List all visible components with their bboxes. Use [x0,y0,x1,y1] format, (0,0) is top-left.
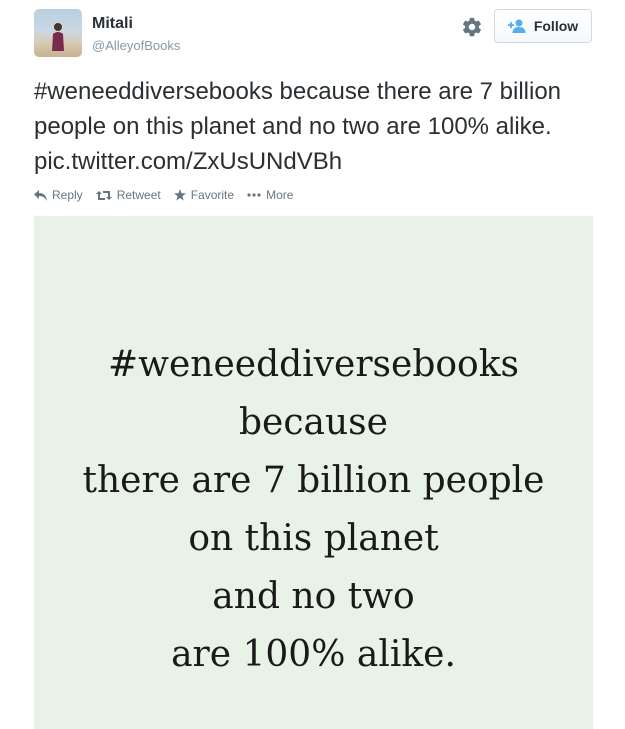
user-handle[interactable]: @AlleyofBooks [92,38,180,53]
reply-action[interactable]: Reply [34,188,83,202]
user-name[interactable]: Mitali [92,15,133,33]
avatar[interactable] [34,9,82,57]
media-line-6: are 100% alike. [171,634,456,675]
retweet-action[interactable]: Retweet [95,188,161,202]
reply-label: Reply [52,188,83,202]
media-line-2: because [239,402,388,443]
gear-icon[interactable] [461,16,483,38]
media-line-4: on this planet [188,518,439,559]
tweet-text: #weneeddiversebooks because there are 7 … [34,78,562,175]
more-action[interactable]: More [247,188,293,202]
retweet-icon [95,190,112,200]
avatar-figure [52,23,64,51]
tweet-media-image[interactable]: #weneeddiversebooks because there are 7 … [34,216,593,729]
media-line-3: there are 7 billion people [82,460,545,501]
star-icon [173,189,186,201]
tweet-actions: Reply Retweet Favorite More [34,188,306,202]
ellipsis-icon [247,193,261,197]
reply-icon [34,189,47,201]
media-line-1: #weneeddiversebooks [108,344,519,385]
retweet-label: Retweet [116,188,161,202]
follow-button[interactable]: Follow [494,9,592,43]
follow-button-label: Follow [533,18,579,34]
favorite-action[interactable]: Favorite [173,188,235,202]
add-user-icon [507,19,526,33]
more-label: More [266,188,294,202]
favorite-label: Favorite [190,188,235,202]
media-line-5: and no two [212,576,415,617]
